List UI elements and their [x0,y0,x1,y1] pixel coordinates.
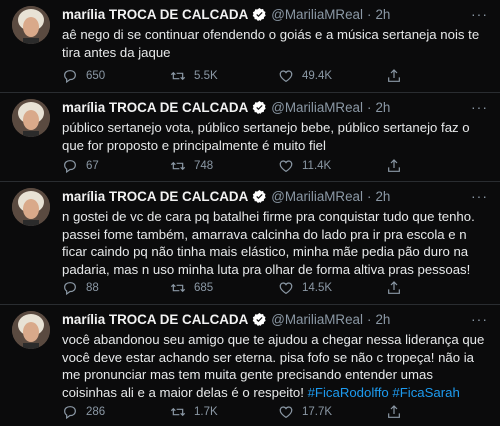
separator-dot: · [366,312,372,327]
retweet-count: 5.5K [194,70,218,82]
share-icon [388,405,400,418]
avatar-image [12,6,50,44]
retweet-count: 685 [194,282,214,294]
verified-icon [252,7,266,21]
handle[interactable]: @MariliaMReal [271,99,363,116]
heart-icon [279,70,293,83]
reply-count: 88 [86,282,99,294]
hashtag-link[interactable]: #FicaSarah [392,385,459,400]
timestamp[interactable]: 2h [375,188,390,205]
avatar-image [12,188,50,226]
more-options-icon[interactable]: ··· [471,99,488,116]
share-icon [388,159,400,172]
avatar[interactable] [12,6,50,44]
like-button[interactable]: 49.4K [278,68,386,84]
heart-icon [279,406,293,419]
timestamp[interactable]: 2h [375,99,390,116]
more-options-icon[interactable]: ··· [471,188,488,205]
avatar[interactable] [12,188,50,226]
retweet-button[interactable]: 685 [170,280,278,296]
tweet[interactable]: marília TROCA DE CALCADA @MariliaMReal ·… [0,93,500,182]
tweet-actions: 67 748 11.4K [62,157,422,175]
separator-dot: · [366,7,372,22]
like-count: 17.7K [302,406,333,418]
verified-icon [252,312,266,326]
retweet-button[interactable]: 5.5K [170,68,278,84]
reply-icon [64,160,76,174]
retweet-count: 1.7K [194,406,218,418]
like-button[interactable]: 11.4K [278,158,386,174]
tweet[interactable]: marília TROCA DE CALCADA @MariliaMReal ·… [0,0,500,93]
share-icon [388,69,400,82]
retweet-button[interactable]: 1.7K [170,404,278,420]
display-name[interactable]: marília TROCA DE CALCADA [62,99,248,116]
like-count: 11.4K [302,160,332,172]
share-button[interactable] [386,68,416,84]
more-options-icon[interactable]: ··· [471,6,488,23]
tweet-text: n gostei de vc de cara pq batalhei firme… [62,209,475,277]
heart-icon [279,160,293,173]
reply-icon [64,406,76,420]
display-name[interactable]: marília TROCA DE CALCADA [62,311,248,328]
retweet-button[interactable]: 748 [170,158,278,174]
heart-icon [279,282,293,295]
separator-dot: · [366,189,372,204]
tweet-text: aê nego di se continuar ofendendo o goiá… [62,27,480,60]
retweet-count: 748 [194,160,214,172]
reply-icon [64,282,76,296]
retweet-icon [170,407,186,417]
avatar[interactable] [12,99,50,137]
retweet-icon [170,71,186,81]
share-button[interactable] [386,404,416,420]
tweet-text: você abandonou seu amigo que te ajudou a… [62,331,490,401]
separator-dot: · [366,100,372,115]
handle[interactable]: @MariliaMReal [271,6,363,23]
tweet-actions: 650 5.5K 49.4K [62,67,422,85]
like-button[interactable]: 14.5K [278,280,386,296]
handle[interactable]: @MariliaMReal [271,188,363,205]
reply-count: 67 [86,160,99,172]
tweet-text: público sertanejo vota, público sertanej… [62,120,470,153]
tweet[interactable]: marília TROCA DE CALCADA @MariliaMReal ·… [0,182,500,305]
avatar-image [12,311,50,349]
like-button[interactable]: 17.7K [278,404,386,420]
share-icon [388,281,400,294]
timestamp[interactable]: 2h [375,311,390,328]
reply-button[interactable]: 286 [62,404,170,420]
verified-icon [252,100,266,114]
verified-icon [252,189,266,203]
reply-button[interactable]: 650 [62,68,170,84]
hashtag-link[interactable]: #FicaRodolffo [308,385,389,400]
avatar[interactable] [12,311,50,349]
display-name[interactable]: marília TROCA DE CALCADA [62,6,248,23]
more-options-icon[interactable]: ··· [471,311,488,328]
like-count: 14.5K [302,282,333,294]
reply-button[interactable]: 67 [62,158,170,174]
tweet-actions: 88 685 14.5K [62,279,422,297]
reply-count: 286 [86,406,106,418]
share-button[interactable] [386,158,416,174]
reply-icon [64,70,76,84]
tweet-actions: 286 1.7K 17.7K [62,403,422,421]
tweet[interactable]: marília TROCA DE CALCADA @MariliaMReal ·… [0,305,500,426]
reply-button[interactable]: 88 [62,280,170,296]
handle[interactable]: @MariliaMReal [271,311,363,328]
retweet-icon [170,161,186,171]
display-name[interactable]: marília TROCA DE CALCADA [62,188,248,205]
tweet-feed: marília TROCA DE CALCADA @MariliaMReal ·… [0,0,500,426]
avatar-image [12,99,50,137]
timestamp[interactable]: 2h [375,6,390,23]
share-button[interactable] [386,280,416,296]
retweet-icon [170,283,186,293]
reply-count: 650 [86,70,106,82]
like-count: 49.4K [302,70,333,82]
